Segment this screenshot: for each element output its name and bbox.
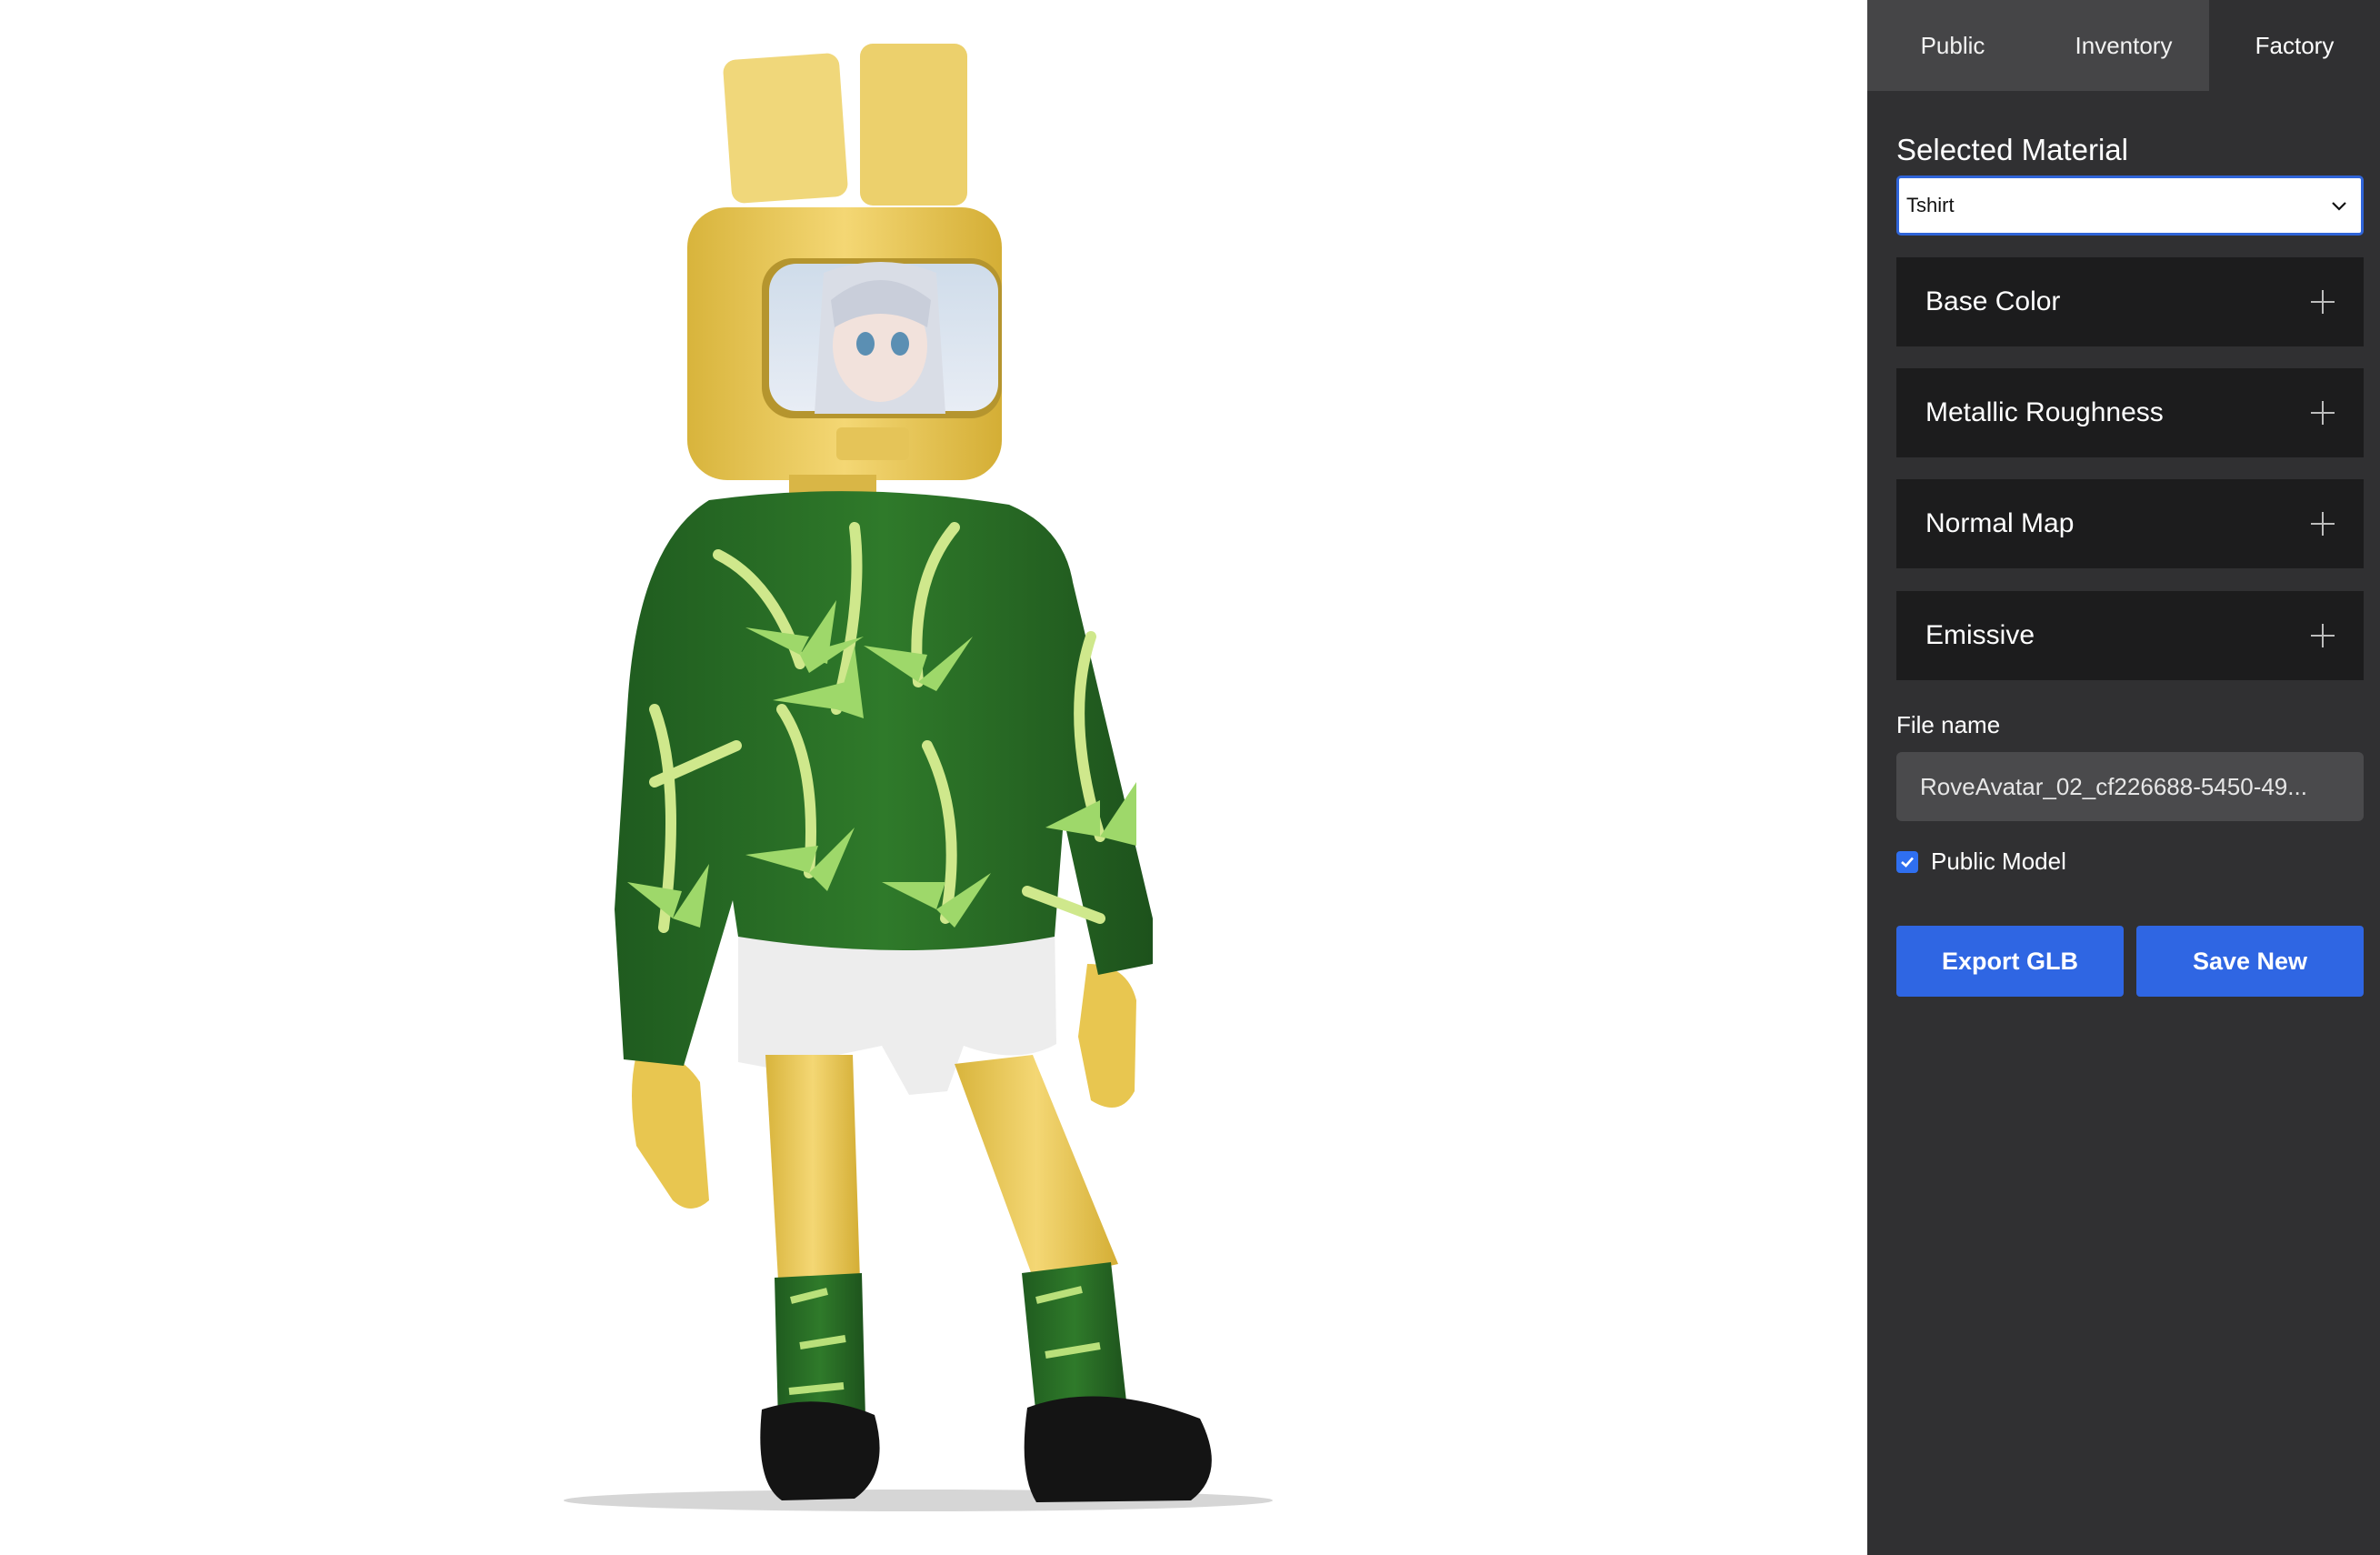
plus-icon xyxy=(2311,624,2335,647)
normal-map-accordion[interactable]: Normal Map xyxy=(1896,479,2364,568)
public-model-label: Public Model xyxy=(1931,848,2066,875)
export-glb-button[interactable]: Export GLB xyxy=(1896,926,2124,997)
plus-icon xyxy=(2311,512,2335,536)
chevron-down-icon xyxy=(2332,202,2346,211)
material-select[interactable]: Tshirt xyxy=(1896,176,2364,236)
plus-icon xyxy=(2311,290,2335,314)
selected-material-heading: Selected Material xyxy=(1896,133,2128,166)
base-color-accordion[interactable]: Base Color xyxy=(1896,257,2364,346)
accordion-label: Base Color xyxy=(1925,286,2061,316)
accordion-label: Metallic Roughness xyxy=(1925,397,2164,427)
accordion-label: Emissive xyxy=(1925,620,2035,650)
metallic-roughness-accordion[interactable]: Metallic Roughness xyxy=(1896,368,2364,457)
save-new-button[interactable]: Save New xyxy=(2136,926,2364,997)
public-model-toggle[interactable]: Public Model xyxy=(1896,848,2066,876)
editor-panel: Public Inventory Factory Selected Materi… xyxy=(1867,0,2380,1555)
tab-public[interactable]: Public xyxy=(1867,0,2038,91)
material-select-value: Tshirt xyxy=(1906,194,1955,216)
avatar-model xyxy=(564,44,1273,1511)
tab-bar: Public Inventory Factory xyxy=(1867,0,2380,91)
accordion-label: Normal Map xyxy=(1925,508,2075,538)
public-model-checkbox[interactable] xyxy=(1896,850,1918,873)
tab-inventory[interactable]: Inventory xyxy=(2038,0,2209,91)
file-name-label: File name xyxy=(1896,711,2001,738)
plus-icon xyxy=(2311,401,2335,425)
emissive-accordion[interactable]: Emissive xyxy=(1896,591,2364,680)
3d-viewport[interactable] xyxy=(0,0,1867,1555)
file-name-input[interactable]: RoveAvatar_02_cf226688-5450-49... xyxy=(1896,752,2364,821)
tab-factory[interactable]: Factory xyxy=(2209,0,2380,91)
checkmark-icon xyxy=(1901,857,1914,868)
